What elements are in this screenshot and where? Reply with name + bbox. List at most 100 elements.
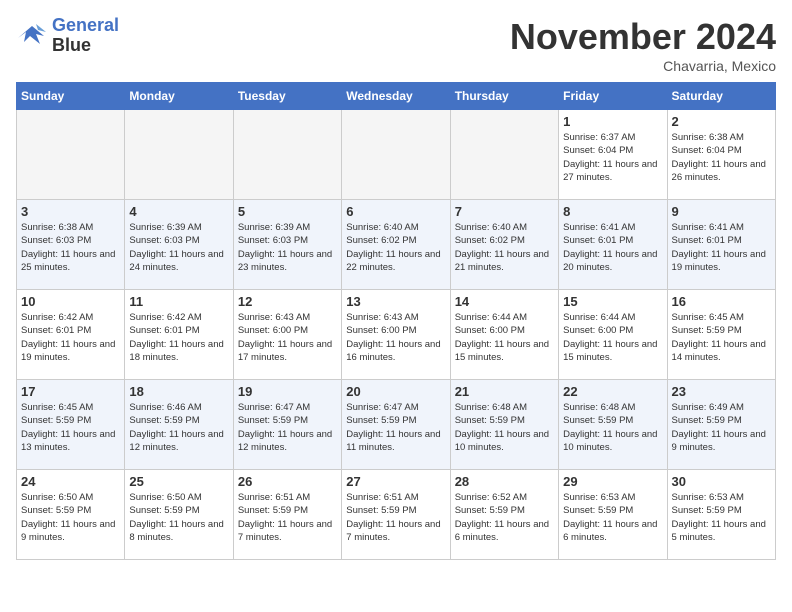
day-number: 19	[238, 384, 337, 399]
day-number: 13	[346, 294, 445, 309]
calendar-cell: 27 Sunrise: 6:51 AM Sunset: 5:59 PM Dayli…	[342, 470, 450, 560]
location: Chavarria, Mexico	[510, 58, 776, 74]
calendar-cell: 7 Sunrise: 6:40 AM Sunset: 6:02 PM Daylig…	[450, 200, 558, 290]
day-info: Sunrise: 6:52 AM Sunset: 5:59 PM Dayligh…	[455, 491, 554, 544]
calendar-cell: 24 Sunrise: 6:50 AM Sunset: 5:59 PM Dayli…	[17, 470, 125, 560]
day-info: Sunrise: 6:53 AM Sunset: 5:59 PM Dayligh…	[563, 491, 662, 544]
day-number: 22	[563, 384, 662, 399]
calendar-cell: 11Sunrise: 6:42 AM Sunset: 6:01 PM Dayli…	[125, 290, 233, 380]
day-number: 17	[21, 384, 120, 399]
day-info: Sunrise: 6:53 AM Sunset: 5:59 PM Dayligh…	[672, 491, 771, 544]
calendar-cell: 22Sunrise: 6:48 AM Sunset: 5:59 PM Dayli…	[559, 380, 667, 470]
day-info: Sunrise: 6:50 AM Sunset: 5:59 PM Dayligh…	[129, 491, 228, 544]
day-info: Sunrise: 6:38 AM Sunset: 6:04 PM Dayligh…	[672, 131, 771, 184]
day-info: Sunrise: 6:43 AM Sunset: 6:00 PM Dayligh…	[346, 311, 445, 364]
calendar-cell	[342, 110, 450, 200]
calendar-table: SundayMondayTuesdayWednesdayThursdayFrid…	[16, 82, 776, 560]
calendar-cell: 9 Sunrise: 6:41 AM Sunset: 6:01 PM Daylig…	[667, 200, 775, 290]
calendar-cell: 1 Sunrise: 6:37 AM Sunset: 6:04 PM Daylig…	[559, 110, 667, 200]
header-sunday: Sunday	[17, 83, 125, 110]
day-info: Sunrise: 6:47 AM Sunset: 5:59 PM Dayligh…	[346, 401, 445, 454]
day-number: 2	[672, 114, 771, 129]
day-info: Sunrise: 6:49 AM Sunset: 5:59 PM Dayligh…	[672, 401, 771, 454]
calendar-cell: 10 Sunrise: 6:42 AM Sunset: 6:01 PM Dayli…	[17, 290, 125, 380]
day-number: 20	[346, 384, 445, 399]
day-info: Sunrise: 6:42 AM Sunset: 6:01 PM Dayligh…	[129, 311, 228, 364]
header-friday: Friday	[559, 83, 667, 110]
day-info: Sunrise: 6:46 AM Sunset: 5:59 PM Dayligh…	[129, 401, 228, 454]
page-header: General Blue November 2024 Chavarria, Me…	[16, 16, 776, 74]
day-info: Sunrise: 6:44 AM Sunset: 6:00 PM Dayligh…	[455, 311, 554, 364]
day-info: Sunrise: 6:47 AM Sunset: 5:59 PM Dayligh…	[238, 401, 337, 454]
month-title: November 2024	[510, 16, 776, 58]
calendar-cell: 6 Sunrise: 6:40 AM Sunset: 6:02 PM Daylig…	[342, 200, 450, 290]
day-number: 21	[455, 384, 554, 399]
day-info: Sunrise: 6:51 AM Sunset: 5:59 PM Dayligh…	[238, 491, 337, 544]
day-info: Sunrise: 6:48 AM Sunset: 5:59 PM Dayligh…	[455, 401, 554, 454]
calendar-cell: 21 Sunrise: 6:48 AM Sunset: 5:59 PM Dayli…	[450, 380, 558, 470]
day-number: 4	[129, 204, 228, 219]
day-number: 12	[238, 294, 337, 309]
calendar-cell: 5 Sunrise: 6:39 AM Sunset: 6:03 PM Daylig…	[233, 200, 341, 290]
day-number: 9	[672, 204, 771, 219]
day-info: Sunrise: 6:42 AM Sunset: 6:01 PM Dayligh…	[21, 311, 120, 364]
calendar-cell: 15Sunrise: 6:44 AM Sunset: 6:00 PM Dayli…	[559, 290, 667, 380]
title-section: November 2024 Chavarria, Mexico	[510, 16, 776, 74]
calendar-cell: 29Sunrise: 6:53 AM Sunset: 5:59 PM Dayli…	[559, 470, 667, 560]
day-number: 1	[563, 114, 662, 129]
day-number: 18	[129, 384, 228, 399]
calendar-cell: 4 Sunrise: 6:39 AM Sunset: 6:03 PM Daylig…	[125, 200, 233, 290]
day-info: Sunrise: 6:45 AM Sunset: 5:59 PM Dayligh…	[21, 401, 120, 454]
day-info: Sunrise: 6:51 AM Sunset: 5:59 PM Dayligh…	[346, 491, 445, 544]
calendar-cell: 3Sunrise: 6:38 AM Sunset: 6:03 PM Daylig…	[17, 200, 125, 290]
day-number: 14	[455, 294, 554, 309]
day-number: 30	[672, 474, 771, 489]
day-number: 28	[455, 474, 554, 489]
calendar-cell	[17, 110, 125, 200]
day-number: 26	[238, 474, 337, 489]
header-monday: Monday	[125, 83, 233, 110]
calendar-week-row: 10 Sunrise: 6:42 AM Sunset: 6:01 PM Dayli…	[17, 290, 776, 380]
logo-text: General Blue	[52, 16, 119, 56]
calendar-cell: 14 Sunrise: 6:44 AM Sunset: 6:00 PM Dayli…	[450, 290, 558, 380]
day-info: Sunrise: 6:41 AM Sunset: 6:01 PM Dayligh…	[563, 221, 662, 274]
day-info: Sunrise: 6:41 AM Sunset: 6:01 PM Dayligh…	[672, 221, 771, 274]
calendar-cell: 17 Sunrise: 6:45 AM Sunset: 5:59 PM Dayli…	[17, 380, 125, 470]
logo-icon	[16, 22, 48, 50]
day-number: 6	[346, 204, 445, 219]
day-info: Sunrise: 6:44 AM Sunset: 6:00 PM Dayligh…	[563, 311, 662, 364]
calendar-cell: 20 Sunrise: 6:47 AM Sunset: 5:59 PM Dayli…	[342, 380, 450, 470]
day-info: Sunrise: 6:40 AM Sunset: 6:02 PM Dayligh…	[346, 221, 445, 274]
day-info: Sunrise: 6:50 AM Sunset: 5:59 PM Dayligh…	[21, 491, 120, 544]
calendar-cell	[125, 110, 233, 200]
calendar-cell: 26 Sunrise: 6:51 AM Sunset: 5:59 PM Dayli…	[233, 470, 341, 560]
calendar-cell	[233, 110, 341, 200]
day-info: Sunrise: 6:37 AM Sunset: 6:04 PM Dayligh…	[563, 131, 662, 184]
day-number: 8	[563, 204, 662, 219]
day-number: 16	[672, 294, 771, 309]
day-info: Sunrise: 6:40 AM Sunset: 6:02 PM Dayligh…	[455, 221, 554, 274]
header-tuesday: Tuesday	[233, 83, 341, 110]
logo: General Blue	[16, 16, 119, 56]
calendar-cell: 8 Sunrise: 6:41 AM Sunset: 6:01 PM Daylig…	[559, 200, 667, 290]
day-number: 10	[21, 294, 120, 309]
calendar-cell: 16Sunrise: 6:45 AM Sunset: 5:59 PM Dayli…	[667, 290, 775, 380]
calendar-cell: 28 Sunrise: 6:52 AM Sunset: 5:59 PM Dayli…	[450, 470, 558, 560]
calendar-cell: 18 Sunrise: 6:46 AM Sunset: 5:59 PM Dayli…	[125, 380, 233, 470]
day-info: Sunrise: 6:39 AM Sunset: 6:03 PM Dayligh…	[238, 221, 337, 274]
calendar-cell	[450, 110, 558, 200]
day-number: 24	[21, 474, 120, 489]
day-number: 25	[129, 474, 228, 489]
day-number: 5	[238, 204, 337, 219]
calendar-week-row: 24 Sunrise: 6:50 AM Sunset: 5:59 PM Dayli…	[17, 470, 776, 560]
day-info: Sunrise: 6:39 AM Sunset: 6:03 PM Dayligh…	[129, 221, 228, 274]
calendar-cell: 30 Sunrise: 6:53 AM Sunset: 5:59 PM Dayli…	[667, 470, 775, 560]
calendar-week-row: 3Sunrise: 6:38 AM Sunset: 6:03 PM Daylig…	[17, 200, 776, 290]
calendar-cell: 25 Sunrise: 6:50 AM Sunset: 5:59 PM Dayli…	[125, 470, 233, 560]
calendar-header-row: SundayMondayTuesdayWednesdayThursdayFrid…	[17, 83, 776, 110]
calendar-cell: 13 Sunrise: 6:43 AM Sunset: 6:00 PM Dayli…	[342, 290, 450, 380]
day-number: 7	[455, 204, 554, 219]
calendar-week-row: 17 Sunrise: 6:45 AM Sunset: 5:59 PM Dayli…	[17, 380, 776, 470]
calendar-cell: 23Sunrise: 6:49 AM Sunset: 5:59 PM Dayli…	[667, 380, 775, 470]
day-number: 27	[346, 474, 445, 489]
